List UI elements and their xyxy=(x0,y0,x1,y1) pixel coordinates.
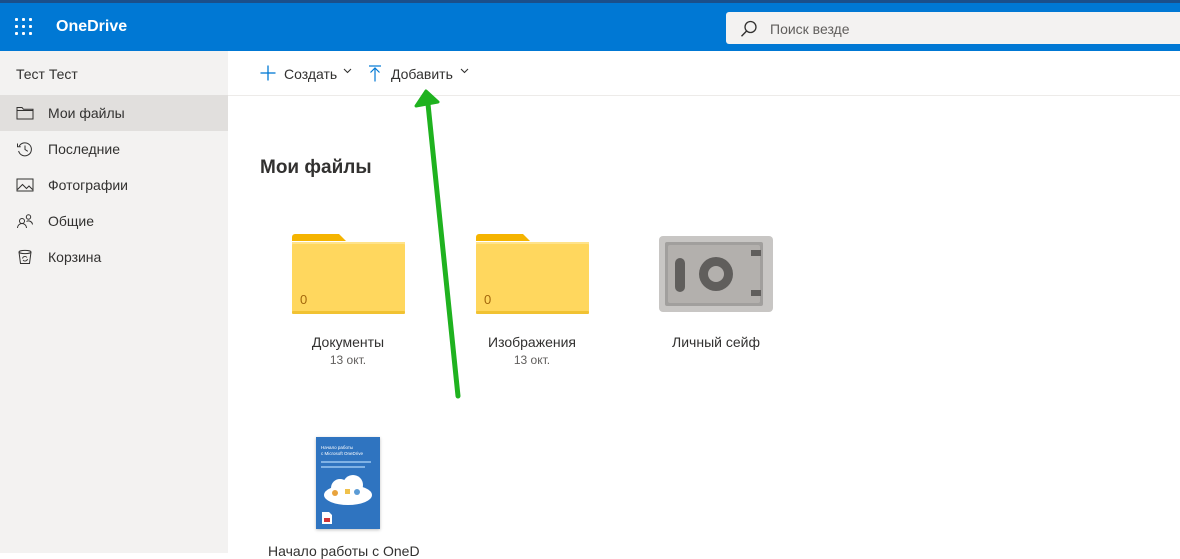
create-label: Создать xyxy=(284,66,338,82)
item-name[interactable]: Личный сейф xyxy=(641,334,791,350)
item-name[interactable]: Начало работы с OneD xyxy=(268,543,428,559)
photos-icon xyxy=(16,178,34,192)
shared-icon xyxy=(17,214,33,229)
recycle-bin-icon xyxy=(18,249,32,264)
thumb-text-line: с Microsoft OneDrive xyxy=(321,451,364,456)
search-box[interactable]: Поиск везде xyxy=(726,12,1180,44)
search-placeholder: Поиск везде xyxy=(770,21,850,37)
folder-icon xyxy=(16,107,34,120)
app-title[interactable]: OneDrive xyxy=(56,18,127,36)
page-title: Мои файлы xyxy=(260,157,372,178)
personal-vault-tile[interactable]: Личный сейф xyxy=(641,222,791,372)
app-launcher-icon[interactable] xyxy=(15,18,33,36)
folder-icon xyxy=(476,234,589,314)
command-bar: Создать Добавить xyxy=(228,51,1180,96)
pdf-file-icon xyxy=(322,512,332,524)
sidebar-item-label: Корзина xyxy=(48,249,102,265)
upload-icon xyxy=(369,65,381,82)
top-bar: OneDrive Поиск везде xyxy=(0,0,1180,51)
folder-tile-images[interactable]: 0 Изображения 13 окт. xyxy=(457,222,607,372)
item-name[interactable]: Изображения xyxy=(457,334,607,350)
document-thumbnail[interactable]: Начало работы с Microsoft OneDrive xyxy=(316,437,380,529)
sidebar-item-photos[interactable]: Фотографии xyxy=(0,167,228,203)
search-icon xyxy=(741,20,757,37)
vault-icon xyxy=(659,236,773,312)
folder-icon xyxy=(292,234,405,314)
plus-icon xyxy=(260,65,276,81)
sidebar-item-recycle-bin[interactable]: Корзина xyxy=(0,239,228,275)
sidebar-item-recent[interactable]: Последние xyxy=(0,131,228,167)
folder-item-count: 0 xyxy=(484,292,492,307)
sidebar-item-my-files[interactable]: Мои файлы xyxy=(0,95,228,131)
create-button[interactable]: Создать xyxy=(260,63,352,85)
recent-icon xyxy=(17,142,32,157)
annotation-arrow xyxy=(414,89,461,399)
sidebar-item-label: Общие xyxy=(48,213,95,229)
user-name[interactable]: Тест Тест xyxy=(16,66,78,82)
top-edge xyxy=(0,0,1180,3)
folder-item-count: 0 xyxy=(300,292,308,307)
sidebar: Тест Тест Мои файлы Последние Фотографии… xyxy=(0,51,228,553)
sidebar-item-label: Мои файлы xyxy=(48,105,125,121)
cloud-illustration-icon xyxy=(324,475,372,505)
item-date: 13 окт. xyxy=(513,353,551,367)
chevron-down-icon xyxy=(343,68,352,74)
chevron-down-icon xyxy=(460,68,469,74)
sidebar-item-shared[interactable]: Общие xyxy=(0,203,228,239)
sidebar-item-label: Фотографии xyxy=(48,177,129,193)
sidebar-item-label: Последние xyxy=(48,141,121,157)
